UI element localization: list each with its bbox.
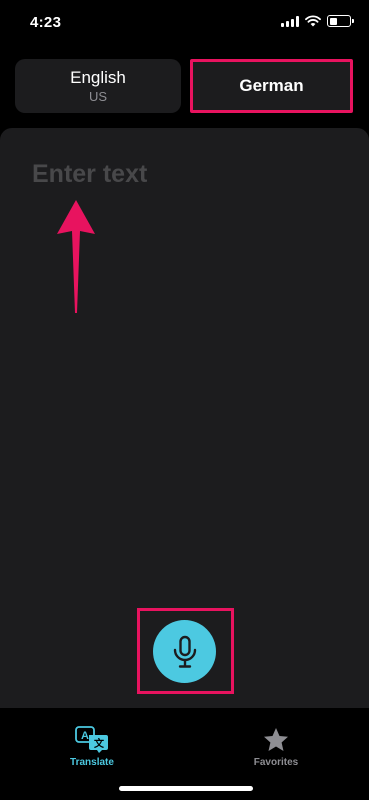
source-language-name: English — [70, 68, 126, 87]
battery-icon — [327, 15, 354, 27]
svg-text:文: 文 — [94, 737, 105, 750]
status-time: 4:23 — [30, 14, 62, 31]
target-language-name: German — [239, 76, 304, 95]
tab-favorites-label: Favorites — [253, 757, 299, 768]
annotation-arrow-icon — [57, 200, 95, 313]
language-selector: English US German — [15, 59, 353, 113]
microphone-icon — [173, 635, 196, 668]
source-language-button[interactable]: English US — [15, 59, 181, 113]
tab-translate-label: Translate — [70, 757, 114, 768]
star-icon — [264, 728, 288, 751]
wifi-icon — [305, 15, 321, 27]
battery-fill — [329, 17, 338, 25]
source-language-region: US — [88, 89, 108, 104]
svg-text:A: A — [81, 730, 89, 742]
status-icons — [281, 15, 354, 27]
tab-bar: A 文 Translate Favorites — [0, 708, 369, 800]
microphone-button[interactable] — [153, 620, 216, 683]
target-language-button[interactable]: German — [190, 59, 353, 113]
status-bar: 4:23 — [0, 0, 369, 44]
home-indicator — [119, 786, 253, 791]
signal-icon — [281, 15, 299, 27]
text-input[interactable] — [32, 160, 332, 189]
tab-favorites[interactable]: Favorites — [231, 726, 321, 768]
tab-translate[interactable]: A 文 Translate — [47, 726, 137, 768]
translate-icon: A 文 — [75, 726, 108, 753]
